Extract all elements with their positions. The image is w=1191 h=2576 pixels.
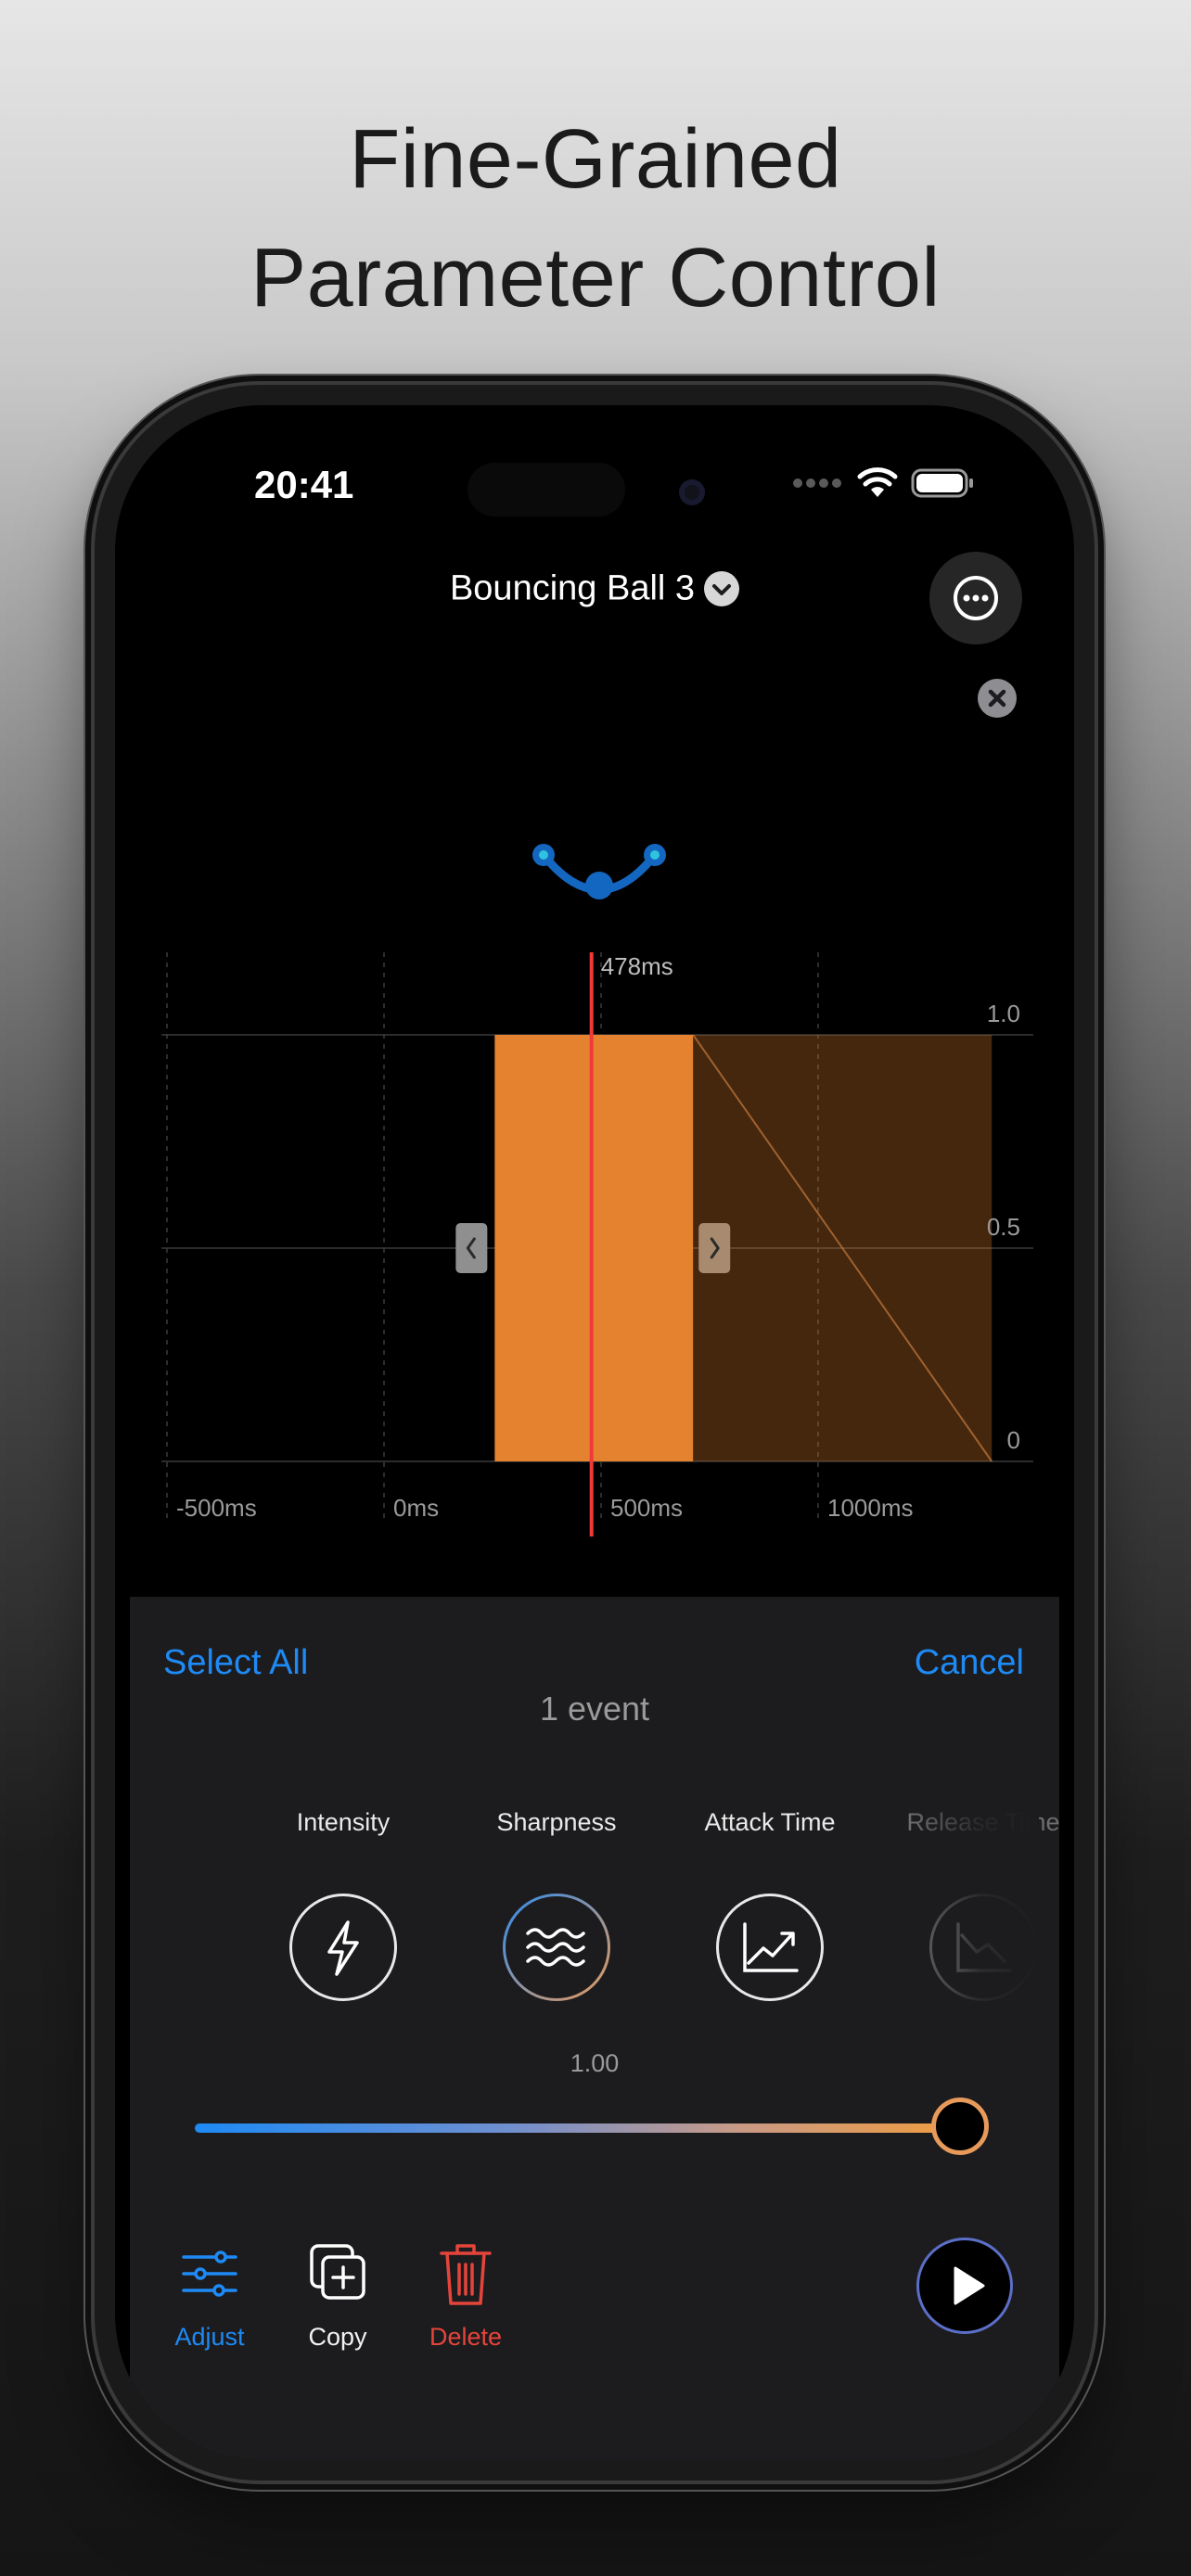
trash-icon xyxy=(440,2244,492,2305)
headline: Fine-Grained Parameter Control xyxy=(0,100,1191,338)
carousel-fade xyxy=(909,1801,1039,2023)
action-button xyxy=(85,816,95,909)
param-attack-time-button[interactable] xyxy=(716,1894,824,2001)
chevron-down-icon xyxy=(704,570,740,606)
wifi-icon xyxy=(857,467,898,497)
slider-thumb[interactable] xyxy=(931,2098,989,2155)
param-label-intensity: Intensity xyxy=(296,1808,391,1836)
bouncing-ball-preview xyxy=(532,844,666,899)
cellular-signal-icon xyxy=(793,478,841,488)
cancel-button[interactable]: Cancel xyxy=(915,1643,1024,1683)
param-sharpness-button[interactable] xyxy=(503,1894,610,2001)
waves-icon xyxy=(526,1928,585,1967)
event-sustain-block[interactable] xyxy=(494,1035,694,1461)
battery-icon xyxy=(911,468,973,498)
volume-up-button xyxy=(85,983,95,1122)
x-axis-label: 1000ms xyxy=(827,1494,914,1522)
power-button xyxy=(1095,1039,1104,1280)
adjust-button[interactable]: Adjust xyxy=(145,2237,275,2352)
headline-line-1: Fine-Grained xyxy=(349,113,842,206)
copy-button[interactable]: Copy xyxy=(273,2237,403,2352)
more-options-button[interactable] xyxy=(929,552,1022,644)
status-time: 20:41 xyxy=(254,463,354,506)
x-axis-label: 500ms xyxy=(610,1494,683,1522)
y-axis-label: 0.5 xyxy=(987,1213,1020,1241)
lightning-icon xyxy=(327,1920,359,1976)
close-preview-button[interactable] xyxy=(978,679,1017,718)
param-intensity-button[interactable] xyxy=(289,1894,397,2001)
status-icons xyxy=(792,465,976,502)
camera-icon xyxy=(679,479,705,505)
y-axis-label: 0 xyxy=(1007,1426,1020,1454)
event-count: 1 event xyxy=(539,1690,650,1728)
play-button[interactable] xyxy=(916,2238,1013,2334)
rising-chart-icon xyxy=(743,1922,799,1972)
select-all-button[interactable]: Select All xyxy=(163,1643,308,1683)
left-drag-handle[interactable] xyxy=(455,1223,488,1273)
param-label-sharpness: Sharpness xyxy=(496,1808,617,1836)
ellipsis-icon xyxy=(954,576,998,620)
y-axis-label: 1.0 xyxy=(987,1000,1020,1027)
document-title: Bouncing Ball 3 xyxy=(449,568,696,608)
x-axis-label: 0ms xyxy=(393,1494,439,1522)
sharpness-slider[interactable] xyxy=(195,2123,972,2133)
play-icon xyxy=(954,2266,985,2305)
timeline-chart[interactable]: 478ms 1.0 0.5 0 -500ms 0ms 500ms 1000ms xyxy=(115,952,1074,1555)
close-icon xyxy=(988,689,1006,708)
dynamic-island xyxy=(467,463,625,516)
phone-screen: 20:41 Bouncing Ball 3 478ms 1.0 0.5 0 -5… xyxy=(115,405,1074,2460)
param-label-attack-time: Attack Time xyxy=(704,1808,836,1836)
delete-button[interactable]: Delete xyxy=(401,2237,531,2352)
right-drag-handle[interactable] xyxy=(698,1223,731,1273)
headline-line-2: Parameter Control xyxy=(250,232,941,325)
playhead-time-label: 478ms xyxy=(601,952,673,980)
parameter-panel: Select All Cancel 1 event Intensity Shar… xyxy=(130,1597,1060,2460)
copy-plus-icon xyxy=(310,2244,365,2300)
param-value: 1.00 xyxy=(570,2049,620,2077)
x-axis-label: -500ms xyxy=(176,1494,257,1522)
copy-label: Copy xyxy=(308,2323,367,2351)
delete-label: Delete xyxy=(429,2323,503,2351)
volume-down-button xyxy=(85,1187,95,1326)
adjust-label: Adjust xyxy=(174,2323,245,2351)
sliders-icon xyxy=(182,2251,237,2297)
